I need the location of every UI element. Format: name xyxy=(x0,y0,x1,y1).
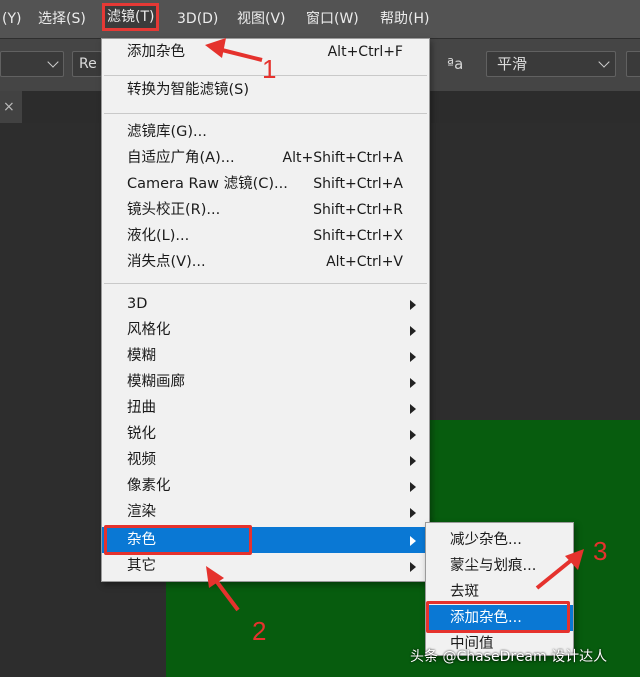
annotation-step-2: 2 xyxy=(252,616,267,646)
annotation-step-1: 1 xyxy=(262,54,277,84)
watermark: 头条 @ChaseDream 设计达人 xyxy=(410,649,608,665)
annotation-step-3: 3 xyxy=(593,536,608,566)
arrow-2-icon xyxy=(206,566,240,612)
arrow-3-icon xyxy=(535,549,584,590)
annotation-arrows xyxy=(205,38,584,612)
arrow-1-icon xyxy=(205,38,263,62)
